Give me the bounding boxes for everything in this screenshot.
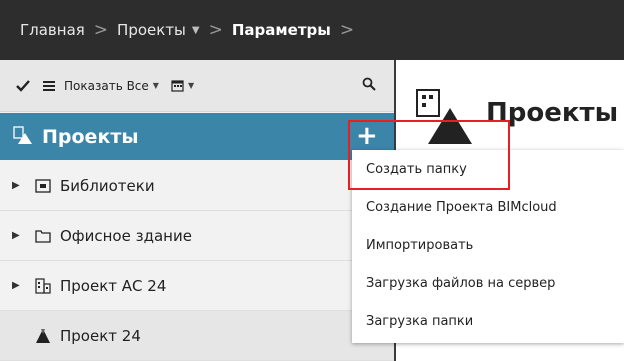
tree-item-label: Проект АС 24 (60, 276, 167, 295)
tree-item-project-24[interactable]: Проект 24 (0, 311, 394, 361)
menu-item-upload-files[interactable]: Загрузка файлов на сервер (352, 264, 624, 302)
chevron-down-icon: ▼ (152, 81, 159, 90)
tree-item-label: Проект 24 (60, 326, 141, 345)
expand-arrow-icon[interactable]: ▶ (12, 230, 26, 241)
breadcrumb-separator: > (208, 20, 223, 40)
breadcrumb-home[interactable]: Главная (20, 21, 85, 39)
tree-item-label: Библиотеки (60, 176, 155, 195)
sidebar-toolbar: Показать Все ▼ ▼ (0, 60, 394, 112)
chevron-down-icon: ▼ (187, 81, 195, 90)
tree-item-label: Офисное здание (60, 226, 192, 245)
breadcrumb: Главная > Проекты ▼ > Параметры > (0, 0, 624, 60)
breadcrumb-separator: > (93, 20, 109, 40)
menu-item-import[interactable]: Импортировать (352, 226, 624, 264)
breadcrumb-projects[interactable]: Проекты (117, 21, 186, 39)
panel-title: Проекты (42, 125, 139, 148)
tree-item-project-ac24[interactable]: ▶ Проект АС 24 (0, 261, 394, 311)
show-all-label: Показать Все (64, 78, 149, 93)
calendar-dropdown[interactable]: ▼ (171, 79, 194, 92)
building-icon (34, 277, 52, 295)
filter-menu-button[interactable]: Показать Все ▼ (42, 79, 159, 93)
projects-header: Проекты + (0, 113, 394, 160)
expand-arrow-icon[interactable]: ▶ (12, 280, 26, 291)
menu-item-create-bimcloud-project[interactable]: Создание Проекта BIMcloud (352, 188, 624, 226)
menu-item-upload-folder[interactable]: Загрузка папки (352, 302, 624, 340)
highlight-box (348, 120, 510, 190)
calendar-icon (171, 80, 184, 92)
expand-arrow-icon[interactable]: ▶ (12, 180, 26, 191)
folder-icon (34, 227, 52, 245)
library-folder-icon (34, 177, 52, 195)
projects-icon (12, 125, 32, 149)
tree-item-libraries[interactable]: ▶ Библиотеки (0, 161, 394, 211)
chevron-down-icon[interactable]: ▼ (192, 25, 200, 36)
search-icon[interactable] (362, 77, 376, 94)
checkmark-icon[interactable] (16, 79, 30, 92)
breadcrumb-separator: > (339, 20, 355, 40)
breadcrumb-settings[interactable]: Параметры (232, 21, 331, 39)
projects-sidebar: Показать Все ▼ ▼ Проекты + ▶ Библиотеки … (0, 60, 394, 361)
project-icon (34, 327, 52, 345)
tree-item-office-building[interactable]: ▶ Офисное здание (0, 211, 394, 261)
